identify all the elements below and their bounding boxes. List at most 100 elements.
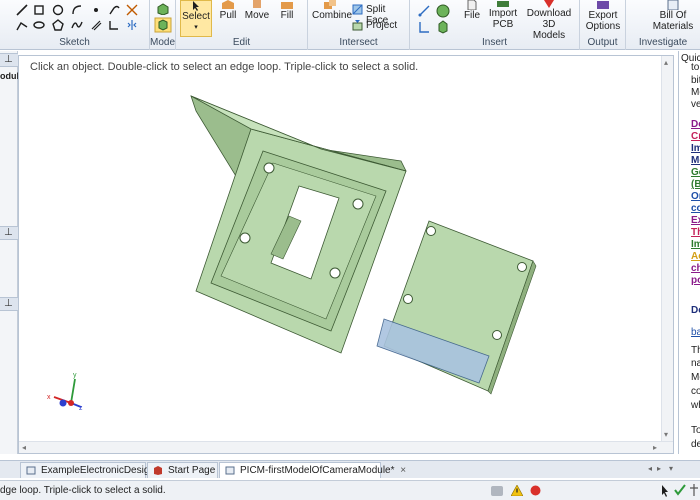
close-icon[interactable]: × bbox=[400, 465, 406, 476]
solid-mode-icon[interactable] bbox=[154, 17, 172, 33]
select-mode-icon[interactable] bbox=[660, 485, 670, 497]
tab-example-electronic-design[interactable]: ExampleElectronicDesign bbox=[20, 462, 155, 478]
pull-icon bbox=[222, 0, 234, 9]
line-tool-icon[interactable] bbox=[16, 4, 28, 16]
mirror-tool-icon[interactable] bbox=[126, 19, 138, 31]
fill-button[interactable]: Fill bbox=[274, 0, 300, 21]
bom-label-1: Bill Of bbox=[659, 10, 687, 21]
help-line: To bbox=[691, 425, 700, 436]
scroll-up-icon[interactable]: ▴ bbox=[664, 58, 668, 67]
download-3d-models-button[interactable]: Download 3D Models bbox=[520, 0, 578, 41]
rectangle-tool-icon[interactable] bbox=[33, 4, 45, 16]
file-icon bbox=[467, 0, 477, 10]
output-group: Export Options Output bbox=[580, 0, 626, 50]
tab-picm-first-model[interactable]: PICM-firstModelOfCameraModule* × bbox=[219, 462, 406, 478]
insert-group: File Import PCB Download 3D Models Inser… bbox=[410, 0, 580, 50]
tab-scroll-right-icon[interactable]: ▸ bbox=[657, 464, 661, 473]
left-panel-pin-1[interactable]: ⊥ bbox=[0, 53, 18, 67]
help-link[interactable]: po bbox=[691, 275, 700, 287]
document-icon bbox=[26, 466, 36, 475]
axis-triad[interactable]: y x z bbox=[47, 372, 83, 412]
polygon-tool-icon[interactable] bbox=[52, 19, 64, 31]
warning-icon[interactable] bbox=[511, 485, 523, 496]
pull-button[interactable]: Pull bbox=[214, 0, 242, 21]
insert-group-label: Insert bbox=[481, 37, 507, 48]
arc-tool-icon[interactable] bbox=[71, 4, 83, 16]
point-tool-icon[interactable] bbox=[90, 4, 102, 16]
model-icon bbox=[225, 466, 235, 475]
tab-menu-icon[interactable]: ▾ bbox=[669, 464, 673, 473]
left-panel-pin-3[interactable]: ⊥ bbox=[0, 297, 18, 311]
record-icon[interactable] bbox=[490, 485, 504, 497]
mode-group: Mode bbox=[150, 0, 176, 50]
help-line: ve bbox=[691, 99, 700, 110]
select-button[interactable]: Select ▾ bbox=[180, 0, 212, 37]
sphere-tool-icon[interactable] bbox=[436, 4, 450, 18]
help-link[interactable]: De bbox=[691, 119, 700, 131]
help-line: to bbox=[691, 62, 700, 73]
tab-scroll-left-icon[interactable]: ◂ bbox=[648, 464, 652, 473]
tangent-arc-icon[interactable] bbox=[108, 4, 120, 16]
project-button[interactable]: Project bbox=[352, 19, 410, 33]
trim-tool-icon[interactable] bbox=[126, 4, 138, 16]
help-link[interactable]: Im bbox=[691, 143, 700, 155]
help-link[interactable]: Th bbox=[691, 227, 700, 239]
help-link[interactable]: Cr bbox=[691, 131, 700, 143]
output-group-label: Output bbox=[587, 37, 618, 48]
spline-tool-icon[interactable] bbox=[71, 19, 83, 31]
offset-tool-icon[interactable] bbox=[90, 19, 102, 31]
document-tabs: ExampleElectronicDesign Start Page PICM-… bbox=[0, 460, 700, 478]
help-link[interactable]: (B bbox=[691, 179, 700, 191]
scroll-down-icon[interactable]: ▾ bbox=[664, 430, 668, 439]
cylinder-tool-icon[interactable] bbox=[436, 20, 450, 34]
help-link[interactable]: Mo bbox=[691, 155, 700, 167]
help-link[interactable]: co bbox=[691, 203, 700, 215]
edit-group-label: Edit bbox=[232, 37, 251, 48]
ribbon: Sketch Mode Select ▾ Pull Move Fill Edit bbox=[0, 0, 700, 50]
help-link[interactable]: Ge bbox=[691, 167, 700, 179]
help-link[interactable]: ba bbox=[691, 327, 700, 339]
pin-status-icon[interactable] bbox=[689, 484, 699, 496]
combine-icon bbox=[324, 0, 336, 9]
bill-of-materials-button[interactable]: Bill Of Materials bbox=[650, 0, 696, 32]
help-line: bit bbox=[691, 75, 700, 86]
camera-pcb-solid[interactable] bbox=[376, 220, 537, 395]
circle-tool-icon[interactable] bbox=[52, 4, 64, 16]
file-button[interactable]: File bbox=[460, 0, 484, 21]
bend-tool-icon[interactable] bbox=[108, 19, 120, 31]
pin-icon: ⊥ bbox=[4, 54, 13, 65]
camera-housing-solid[interactable] bbox=[190, 95, 407, 354]
help-link[interactable]: Ac bbox=[691, 251, 700, 263]
help-link[interactable]: Or bbox=[691, 191, 700, 203]
ellipse-tool-icon[interactable] bbox=[33, 19, 45, 31]
move-button[interactable]: Move bbox=[242, 0, 272, 21]
axis-tool-icon[interactable] bbox=[418, 21, 430, 33]
help-heading: De bbox=[691, 305, 700, 316]
vertical-scrollbar[interactable]: ▴ ▾ bbox=[661, 56, 673, 441]
tab-label: Start Page bbox=[168, 465, 216, 476]
check-icon[interactable] bbox=[674, 484, 686, 496]
project-icon bbox=[352, 20, 363, 31]
split-face-button[interactable]: Split Face bbox=[352, 3, 410, 26]
left-panel-pin-2[interactable]: ⊥ bbox=[0, 226, 18, 240]
3d-viewport[interactable]: Click an object. Double-click to select … bbox=[18, 55, 674, 454]
export-options-button[interactable]: Export Options bbox=[583, 0, 623, 32]
horizontal-scrollbar[interactable]: ◂ ▸ bbox=[19, 441, 673, 453]
scroll-right-icon[interactable]: ▸ bbox=[653, 443, 657, 452]
help-link[interactable]: Im bbox=[691, 239, 700, 251]
error-icon[interactable] bbox=[530, 485, 541, 496]
polyline-tool-icon[interactable] bbox=[16, 19, 28, 31]
scroll-left-icon[interactable]: ◂ bbox=[22, 443, 26, 452]
help-link[interactable]: Ex bbox=[691, 215, 700, 227]
model-canvas[interactable]: y x z bbox=[19, 56, 675, 455]
tab-start-page[interactable]: Start Page bbox=[147, 462, 218, 478]
section-mode-icon[interactable] bbox=[156, 3, 170, 15]
plane-tool-icon[interactable] bbox=[418, 5, 430, 17]
tab-label: ExampleElectronicDesign bbox=[41, 465, 155, 476]
edit-group: Select ▾ Pull Move Fill Edit bbox=[176, 0, 308, 50]
help-link[interactable]: ch bbox=[691, 263, 700, 275]
help-line: na bbox=[691, 358, 700, 369]
combine-button[interactable]: Combine bbox=[312, 0, 352, 21]
import-pcb-button[interactable]: Import PCB bbox=[486, 0, 520, 30]
select-label: Select bbox=[182, 11, 210, 22]
